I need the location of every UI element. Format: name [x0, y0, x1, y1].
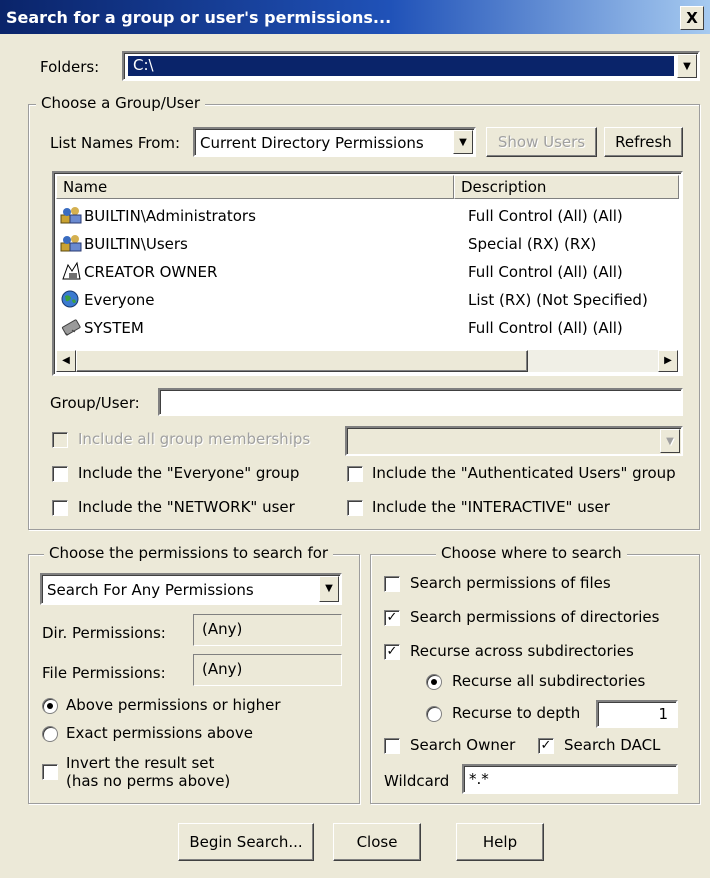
- row-description: Full Control (All) (All): [468, 207, 623, 225]
- wildcard-input[interactable]: *.*: [462, 764, 678, 794]
- include-network-checkbox[interactable]: [52, 500, 68, 516]
- include-interactive-checkbox[interactable]: [347, 500, 363, 516]
- column-header-name[interactable]: Name: [56, 175, 454, 199]
- window-title: Search for a group or user's permissions…: [6, 8, 392, 27]
- system-chip-icon: [60, 317, 82, 337]
- recurse-all-label: Recurse all subdirectories: [452, 672, 646, 690]
- names-list-view[interactable]: Name Description BUILTIN\Administrators …: [52, 171, 683, 376]
- creator-owner-icon: [60, 261, 82, 281]
- globe-icon: [60, 289, 82, 309]
- begin-search-button[interactable]: Begin Search...: [178, 823, 314, 861]
- recurse-subdirectories-label: Recurse across subdirectories: [410, 642, 634, 660]
- row-description: Full Control (All) (All): [468, 319, 623, 337]
- search-files-label: Search permissions of files: [410, 574, 611, 592]
- include-all-memberships-label: Include all group memberships: [78, 430, 311, 448]
- include-all-memberships-checkbox[interactable]: [52, 432, 68, 448]
- include-authenticated-checkbox[interactable]: [347, 466, 363, 482]
- search-for-value: Search For Any Permissions: [47, 581, 254, 599]
- group-icon: [60, 233, 82, 253]
- row-description: List (RX) (Not Specified): [468, 291, 648, 309]
- choose-group-user-legend: Choose a Group/User: [36, 94, 206, 112]
- recurse-depth-radio[interactable]: [426, 706, 442, 722]
- row-name: CREATOR OWNER: [84, 263, 218, 281]
- invert-result-label: Invert the result set: [66, 754, 215, 772]
- row-name: Everyone: [84, 291, 155, 309]
- chevron-down-icon[interactable]: ▼: [453, 130, 473, 154]
- horizontal-scrollbar[interactable]: ◀ ▶: [56, 350, 678, 372]
- recurse-depth-input[interactable]: 1: [596, 700, 678, 728]
- chevron-down-icon[interactable]: ▼: [660, 429, 680, 453]
- exact-permissions-radio[interactable]: [42, 726, 58, 742]
- exact-permissions-label: Exact permissions above: [66, 724, 253, 742]
- help-button[interactable]: Help: [456, 823, 544, 861]
- scroll-left-icon[interactable]: ◀: [56, 350, 76, 372]
- list-names-from-dropdown[interactable]: Current Directory Permissions ▼: [193, 127, 476, 157]
- show-users-button[interactable]: Show Users: [486, 127, 597, 157]
- invert-result-sublabel: (has no perms above): [66, 772, 231, 790]
- recurse-depth-label: Recurse to depth: [452, 704, 581, 722]
- invert-result-checkbox[interactable]: [42, 764, 58, 780]
- search-directories-checkbox[interactable]: ✓: [384, 610, 400, 626]
- refresh-button[interactable]: Refresh: [604, 127, 683, 157]
- search-dacl-label: Search DACL: [564, 736, 661, 754]
- membership-dropdown[interactable]: ▼: [345, 426, 683, 456]
- list-item[interactable]: Everyone List (RX) (Not Specified): [56, 287, 678, 315]
- recurse-all-radio[interactable]: [426, 674, 442, 690]
- column-header-description[interactable]: Description: [454, 175, 679, 199]
- list-item[interactable]: BUILTIN\Administrators Full Control (All…: [56, 203, 678, 231]
- folders-dropdown[interactable]: C:\ ▼: [122, 51, 700, 81]
- group-icon: [60, 205, 82, 225]
- folders-value: C:\: [133, 56, 154, 74]
- folders-selection: [128, 56, 674, 76]
- include-everyone-label: Include the "Everyone" group: [78, 464, 300, 482]
- row-name: BUILTIN\Administrators: [84, 207, 256, 225]
- list-names-from-value: Current Directory Permissions: [200, 134, 424, 152]
- row-name: BUILTIN\Users: [84, 235, 188, 253]
- title-bar[interactable]: Search for a group or user's permissions…: [0, 0, 710, 34]
- recurse-subdirectories-checkbox[interactable]: ✓: [384, 644, 400, 660]
- row-name: SYSTEM: [84, 319, 144, 337]
- choose-permissions-legend: Choose the permissions to search for: [44, 544, 334, 562]
- search-dacl-checkbox[interactable]: ✓: [538, 738, 554, 754]
- search-files-checkbox[interactable]: [384, 576, 400, 592]
- search-owner-label: Search Owner: [410, 736, 516, 754]
- search-directories-label: Search permissions of directories: [410, 608, 660, 626]
- include-authenticated-label: Include the "Authenticated Users" group: [372, 464, 676, 482]
- wildcard-label: Wildcard: [384, 772, 450, 790]
- list-item[interactable]: BUILTIN\Users Special (RX) (RX): [56, 231, 678, 259]
- list-item[interactable]: SYSTEM Full Control (All) (All): [56, 315, 678, 343]
- list-item[interactable]: CREATOR OWNER Full Control (All) (All): [56, 259, 678, 287]
- above-or-higher-label: Above permissions or higher: [66, 696, 281, 714]
- close-button[interactable]: Close: [333, 823, 421, 861]
- choose-where-legend: Choose where to search: [436, 544, 627, 562]
- list-names-from-label: List Names From:: [50, 134, 181, 152]
- chevron-down-icon[interactable]: ▼: [677, 54, 697, 78]
- row-description: Special (RX) (RX): [468, 235, 597, 253]
- file-permissions-field[interactable]: (Any): [193, 654, 342, 686]
- scroll-right-icon[interactable]: ▶: [658, 350, 678, 372]
- group-user-input[interactable]: [158, 388, 683, 416]
- group-user-label: Group/User:: [50, 394, 140, 412]
- dir-permissions-field[interactable]: (Any): [193, 614, 342, 646]
- scrollbar-thumb[interactable]: [76, 350, 528, 372]
- chevron-down-icon[interactable]: ▼: [319, 576, 339, 602]
- include-network-label: Include the "NETWORK" user: [78, 498, 295, 516]
- wildcard-value: *.*: [469, 770, 489, 788]
- close-window-button[interactable]: X: [680, 6, 704, 30]
- above-or-higher-radio[interactable]: [42, 698, 58, 714]
- include-everyone-checkbox[interactable]: [52, 466, 68, 482]
- dir-permissions-label: Dir. Permissions:: [42, 624, 166, 642]
- search-owner-checkbox[interactable]: [384, 738, 400, 754]
- file-permissions-label: File Permissions:: [42, 664, 166, 682]
- row-description: Full Control (All) (All): [468, 263, 623, 281]
- search-for-dropdown[interactable]: Search For Any Permissions ▼: [40, 573, 342, 605]
- include-interactive-label: Include the "INTERACTIVE" user: [372, 498, 610, 516]
- folders-label: Folders:: [40, 58, 100, 76]
